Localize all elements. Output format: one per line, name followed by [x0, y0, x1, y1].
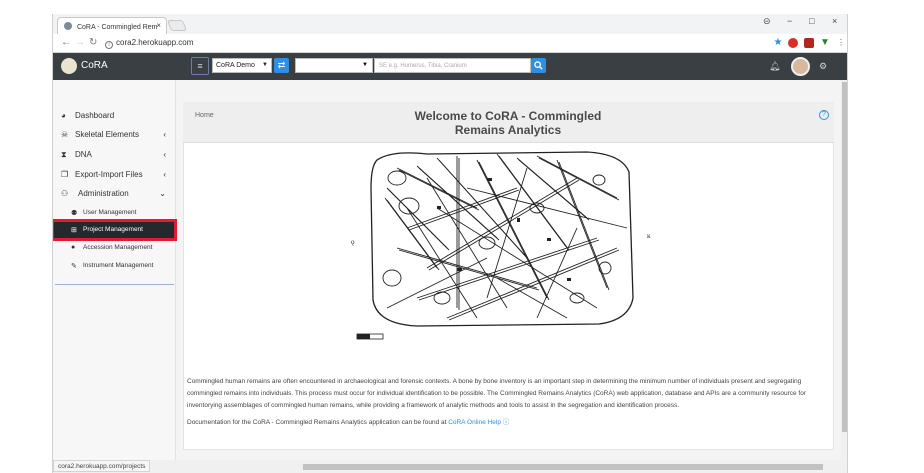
- sidebar-item-dashboard[interactable]: ◕ Dashboard: [53, 107, 176, 125]
- tab-strip: CoRA - Commingled Rem × ⊝ − □ ×: [53, 14, 847, 34]
- horizontal-scrollbar-thumb[interactable]: [303, 464, 823, 470]
- sidebar-item-dna[interactable]: ⧗ DNA ‹: [53, 146, 176, 164]
- status-bar-url: cora2.herokuapp.com/projects: [53, 460, 151, 472]
- info-icon: ●: [71, 244, 76, 251]
- address-bar: ← → ↻ i cora2.herokuapp.com ★ ▼ ⋮: [53, 34, 847, 53]
- category-select[interactable]: ▼: [295, 58, 373, 73]
- svg-text:ĸ: ĸ: [647, 232, 651, 240]
- info-icon[interactable]: i: [105, 41, 113, 49]
- svg-text:ǫ: ǫ: [351, 238, 355, 246]
- avatar[interactable]: [791, 57, 810, 76]
- vertical-scrollbar[interactable]: [841, 80, 847, 460]
- dashboard-icon: ◕: [61, 111, 66, 120]
- sidebar-item-label: DNA: [75, 150, 92, 159]
- page-title: Welcome to CoRA - Commingled Remains Ana…: [333, 109, 683, 137]
- browser-tab[interactable]: CoRA - Commingled Rem ×: [57, 17, 167, 34]
- chevron-down-icon: ⌄: [159, 189, 166, 198]
- browser-window: CoRA - Commingled Rem × ⊝ − □ × ← → ↻ ic…: [52, 14, 848, 473]
- url-field[interactable]: i cora2.herokuapp.com: [105, 38, 193, 49]
- maximize-button[interactable]: □: [809, 16, 814, 26]
- brand-name[interactable]: CoRA: [81, 60, 108, 71]
- skull-logo-icon: [61, 58, 77, 74]
- commingled-remains-drawing: ǫ ĸ: [351, 151, 651, 340]
- vpn-extension-icon[interactable]: ▼: [820, 38, 830, 48]
- chevron-left-icon: ‹: [163, 170, 166, 179]
- close-window-button[interactable]: ×: [832, 16, 837, 26]
- vertical-scrollbar-thumb[interactable]: [842, 82, 847, 432]
- browser-menu-icon[interactable]: ⋮: [836, 38, 846, 48]
- bookmark-star-icon[interactable]: ★: [773, 38, 783, 48]
- favicon-icon: [64, 22, 72, 30]
- sidebar-divider: [55, 284, 174, 285]
- chevron-left-icon: ‹: [163, 130, 166, 139]
- caret-down-icon: ▼: [262, 62, 268, 68]
- new-tab-button[interactable]: [166, 20, 188, 31]
- swap-project-button[interactable]: ⇄: [274, 58, 289, 73]
- sidebar-subitem-label: Instrument Management: [83, 262, 154, 269]
- help-icon[interactable]: ?: [819, 110, 829, 120]
- back-icon[interactable]: ←: [61, 37, 71, 48]
- documentation-line: Documentation for the CoRA - Commingled …: [187, 416, 509, 426]
- minimize-button[interactable]: −: [787, 16, 792, 26]
- files-icon: ❐: [61, 170, 69, 179]
- forward-icon[interactable]: →: [75, 37, 85, 48]
- page-title-line: Welcome to CoRA - Commingled: [414, 109, 602, 123]
- breadcrumb[interactable]: Home: [195, 112, 214, 119]
- app-header: CoRA ≡ CoRA Demo ▼ ⇄ ▼ SE e.g. Humerus, …: [53, 53, 847, 80]
- menu-toggle-button[interactable]: ≡: [191, 57, 209, 75]
- help-icon: ⓘ: [502, 419, 510, 426]
- wrench-icon: ✎: [71, 263, 77, 270]
- sidebar: ◕ Dashboard ☠ Skeletal Elements ‹ ⧗ DNA …: [53, 80, 177, 460]
- users-icon: ⚉: [71, 210, 78, 217]
- bell-icon[interactable]: 🔔︎: [769, 61, 780, 72]
- pdf-extension-icon[interactable]: [804, 38, 814, 48]
- documentation-text: Documentation for the CoRA - Commingled …: [187, 419, 447, 426]
- adblock-extension-icon[interactable]: [788, 38, 798, 48]
- page-title-line: Remains Analytics: [454, 123, 562, 137]
- sidebar-item-label: Skeletal Elements: [75, 130, 140, 139]
- search-icon: [534, 61, 543, 70]
- caret-down-icon: ▼: [362, 62, 368, 68]
- settings-icon[interactable]: ⚙: [819, 61, 827, 72]
- online-help-link[interactable]: CoRA Online Help ⓘ: [448, 419, 509, 426]
- project-select-value: CoRA Demo: [216, 62, 255, 69]
- tab-title: CoRA - Commingled Rem: [76, 24, 158, 31]
- dna-icon: ⧗: [61, 150, 67, 159]
- online-help-link-text: CoRA Online Help: [448, 419, 501, 426]
- sidebar-item-label: Export-Import Files: [75, 170, 143, 179]
- sidebar-subitem-instrument-management[interactable]: ✎ Instrument Management: [53, 258, 176, 274]
- sidebar-subitem-accession-management[interactable]: ● Accession Management: [53, 240, 176, 256]
- sidebar-item-skeletal-elements[interactable]: ☠ Skeletal Elements ‹: [53, 126, 176, 144]
- sidebar-item-export-import-files[interactable]: ❐ Export-Import Files ‹: [53, 166, 176, 184]
- chevron-left-icon: ‹: [163, 150, 166, 159]
- search-input[interactable]: SE e.g. Humerus, Tibia, Cranium: [374, 58, 531, 73]
- sidebar-subitem-label: Accession Management: [83, 244, 153, 251]
- page-header: Home Welcome to CoRA - Commingled Remain…: [183, 102, 834, 143]
- sidebar-item-label: Dashboard: [75, 111, 115, 120]
- sidebar-subitem-label: User Management: [83, 209, 137, 216]
- search-button[interactable]: [531, 58, 546, 73]
- horizontal-scrollbar[interactable]: [53, 460, 847, 473]
- users-cog-icon: ⚇: [61, 189, 69, 198]
- reload-icon[interactable]: ↻: [89, 37, 97, 48]
- account-icon[interactable]: ⊝: [763, 16, 771, 27]
- description-paragraph: Commingled human remains are often encou…: [187, 378, 807, 409]
- sidebar-item-administration[interactable]: ⚇ Administration ⌄: [53, 185, 176, 203]
- tab-close-icon[interactable]: ×: [156, 21, 161, 30]
- url-text: cora2.herokuapp.com: [116, 38, 194, 47]
- highlight-box: [53, 219, 177, 241]
- project-select[interactable]: CoRA Demo ▼: [212, 58, 272, 73]
- sidebar-item-label: Administration: [78, 189, 129, 198]
- skull-icon: ☠: [61, 130, 69, 139]
- main-content: Home Welcome to CoRA - Commingled Remain…: [177, 80, 841, 460]
